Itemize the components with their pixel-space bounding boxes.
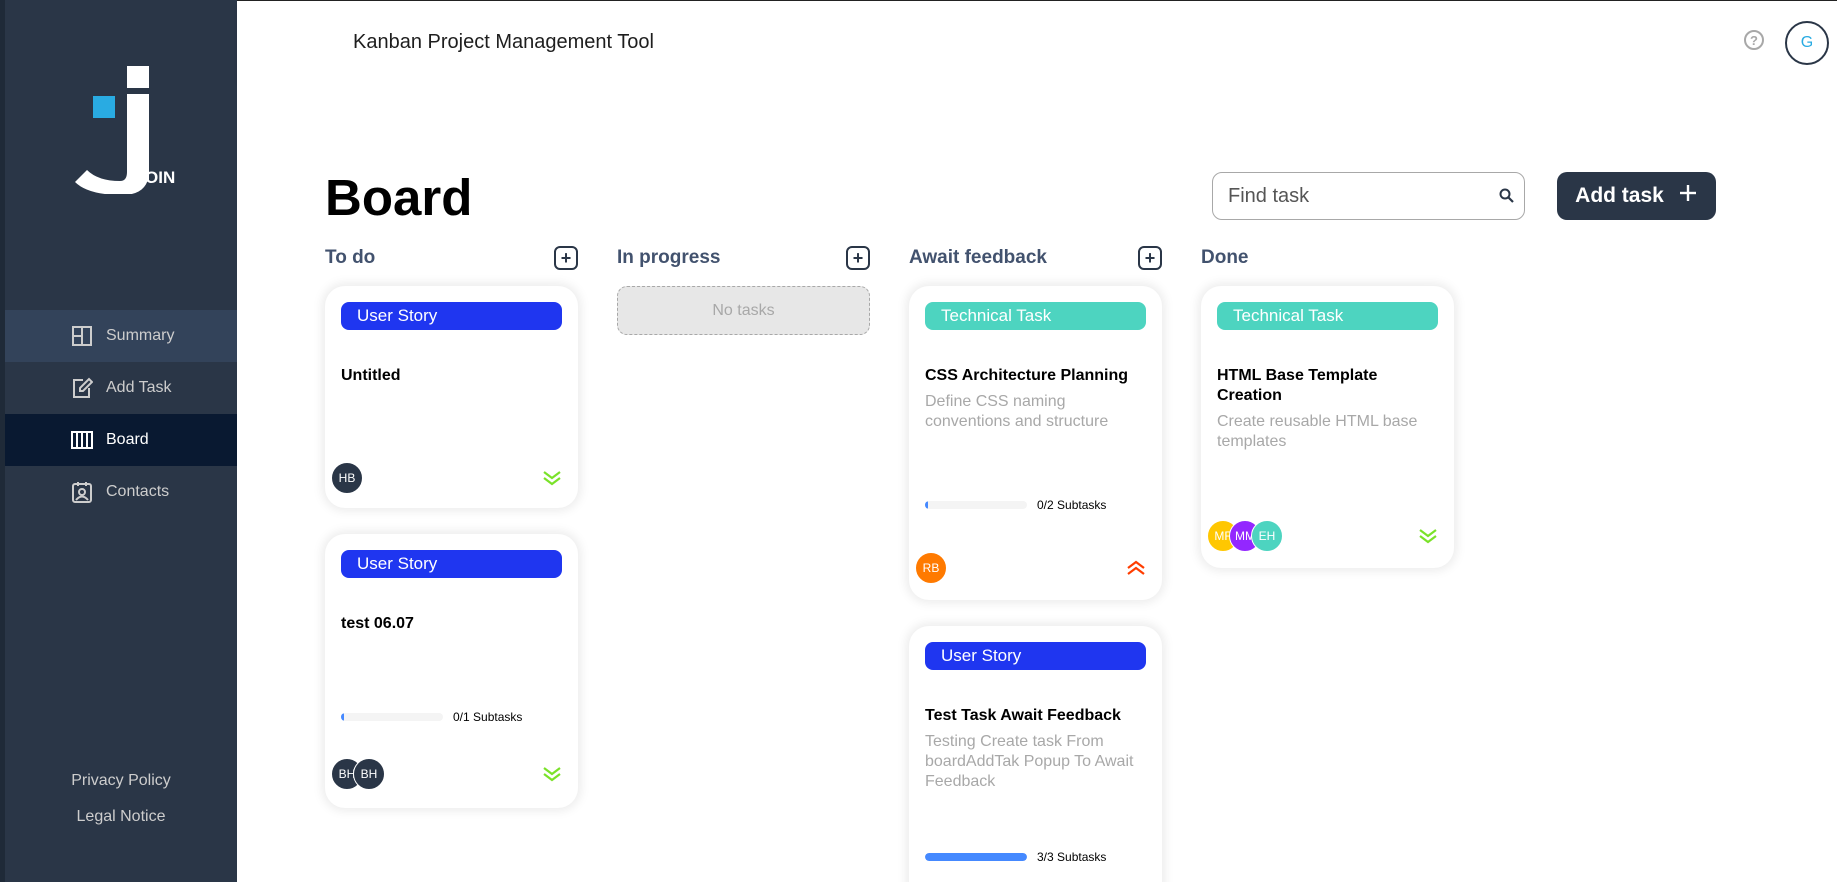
task-card[interactable]: User Story test 06.07 0/1 Subtasks BH BH <box>325 534 578 808</box>
user-avatar[interactable]: G <box>1785 21 1829 65</box>
category-badge: User Story <box>341 550 562 578</box>
sidebar-item-label: Contacts <box>106 483 170 500</box>
column-title: To do <box>325 247 376 268</box>
column-in-progress: In progress + <box>617 245 870 271</box>
subtask-progress: 0/1 Subtasks <box>341 710 522 724</box>
page-title: Board <box>325 169 473 226</box>
help-icon[interactable]: ? <box>1744 30 1764 50</box>
sidebar-item-add-task[interactable]: Add Task <box>5 362 237 414</box>
sidebar-item-board[interactable]: Board <box>5 414 237 466</box>
add-to-in-progress-button[interactable]: + <box>846 246 870 270</box>
search-icon[interactable] <box>1498 187 1516 205</box>
assignee-list: MF MM EH <box>1207 520 1283 552</box>
task-title: test 06.07 <box>341 615 414 632</box>
add-task-icon <box>70 376 94 400</box>
task-card[interactable]: Technical Task HTML Base Template Creati… <box>1201 286 1454 568</box>
column-title: In progress <box>617 247 721 268</box>
header: Kanban Project Management Tool ? G <box>237 0 1837 80</box>
column-done: Done <box>1201 245 1454 271</box>
category-badge: Technical Task <box>1217 302 1438 330</box>
no-tasks-placeholder: No tasks <box>617 286 870 335</box>
add-to-await-feedback-button[interactable]: + <box>1138 246 1162 270</box>
task-description: Create reusable HTML base templates <box>1217 413 1418 450</box>
sidebar: OIN Summary Add Task Board Contacts Priv… <box>0 0 237 882</box>
sidebar-nav: Summary Add Task Board Contacts <box>5 310 237 518</box>
subtask-count: 0/2 Subtasks <box>1037 498 1107 512</box>
category-badge: User Story <box>925 642 1146 670</box>
progress-fill <box>925 501 929 509</box>
logo-text: OIN <box>145 168 176 187</box>
add-to-todo-button[interactable]: + <box>554 246 578 270</box>
sidebar-item-label: Add Task <box>106 379 172 396</box>
sidebar-item-label: Summary <box>106 327 175 344</box>
search-box <box>1212 172 1525 220</box>
progress-fill <box>341 713 345 721</box>
app-title: Kanban Project Management Tool <box>353 31 654 53</box>
task-title: HTML Base Template Creation <box>1217 367 1378 404</box>
avatar: HB <box>331 462 363 494</box>
task-card[interactable]: User Story Untitled HB <box>325 286 578 508</box>
avatar: BH <box>353 758 385 790</box>
progress-bar <box>925 853 1027 861</box>
task-card[interactable]: User Story Test Task Await Feedback Test… <box>909 626 1162 882</box>
column-todo: To do + <box>325 245 578 271</box>
summary-icon <box>70 324 94 348</box>
sidebar-item-label: Board <box>106 431 149 448</box>
assignee-list: BH BH <box>331 758 385 790</box>
avatar: EH <box>1251 520 1283 552</box>
add-task-button[interactable]: Add task <box>1557 172 1716 220</box>
search-input[interactable] <box>1228 184 1488 208</box>
progress-bar <box>925 501 1027 509</box>
board-main: Board Add task To do + In progress + Awa… <box>237 80 1837 882</box>
task-description: Testing Create task From boardAddTak Pop… <box>925 733 1134 790</box>
task-card[interactable]: Technical Task CSS Architecture Planning… <box>909 286 1162 600</box>
sidebar-item-summary[interactable]: Summary <box>5 310 237 362</box>
privacy-policy-link[interactable]: Privacy Policy <box>5 772 237 790</box>
subtask-progress: 3/3 Subtasks <box>925 850 1106 864</box>
board-icon <box>70 428 94 452</box>
progress-fill <box>925 853 1027 861</box>
column-await-feedback: Await feedback + <box>909 245 1162 271</box>
contacts-icon <box>70 480 94 504</box>
subtask-count: 0/1 Subtasks <box>453 710 523 724</box>
column-title: Await feedback <box>909 247 1047 268</box>
category-badge: User Story <box>341 302 562 330</box>
task-description: Define CSS naming conventions and struct… <box>925 393 1109 430</box>
assignee-list: HB <box>331 462 363 494</box>
priority-urgent-icon <box>1126 560 1146 576</box>
legal-notice-link[interactable]: Legal Notice <box>5 808 237 826</box>
task-title: CSS Architecture Planning <box>925 367 1128 384</box>
plus-icon <box>1678 183 1698 209</box>
priority-low-icon <box>1418 528 1438 544</box>
column-title: Done <box>1201 247 1249 268</box>
category-badge: Technical Task <box>925 302 1146 330</box>
priority-low-icon <box>542 470 562 486</box>
add-task-button-label: Add task <box>1575 184 1664 207</box>
task-title: Untitled <box>341 367 401 384</box>
priority-low-icon <box>542 766 562 782</box>
subtask-count: 3/3 Subtasks <box>1037 850 1107 864</box>
progress-bar <box>341 713 443 721</box>
subtask-progress: 0/2 Subtasks <box>925 498 1106 512</box>
avatar: RB <box>915 552 947 584</box>
sidebar-item-contacts[interactable]: Contacts <box>5 466 237 518</box>
assignee-list: RB <box>915 552 947 584</box>
task-title: Test Task Await Feedback <box>925 707 1121 724</box>
